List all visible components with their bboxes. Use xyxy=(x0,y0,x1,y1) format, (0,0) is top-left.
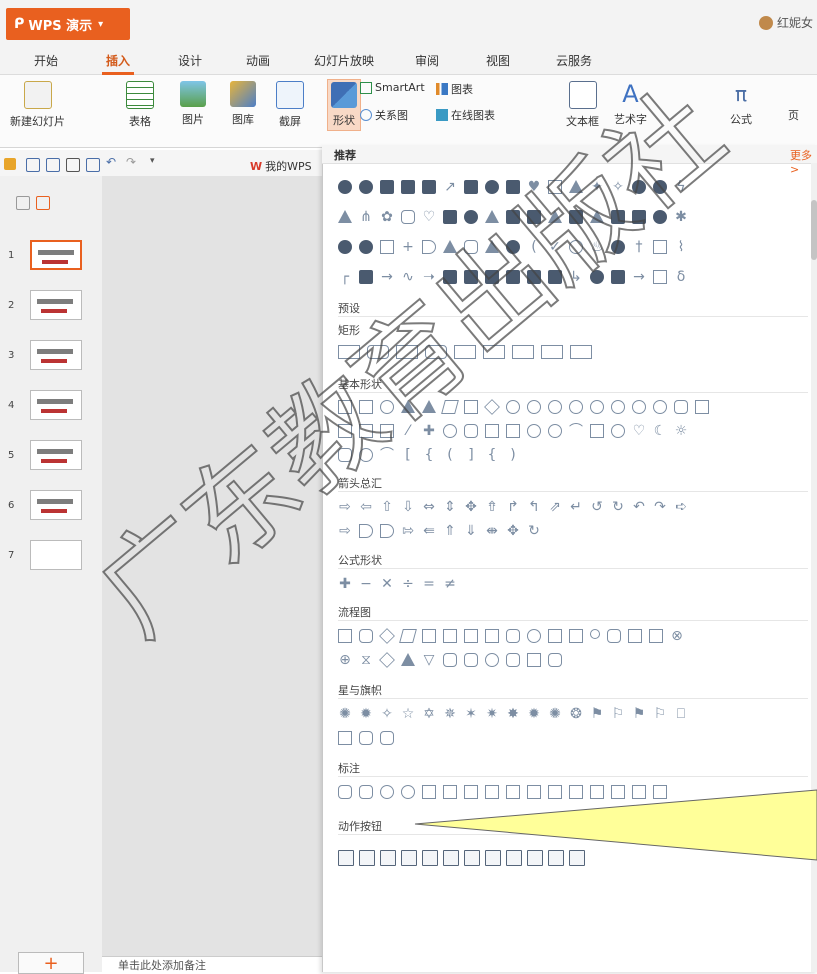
annotation-callout xyxy=(414,789,817,861)
callout-pointer xyxy=(414,789,817,861)
